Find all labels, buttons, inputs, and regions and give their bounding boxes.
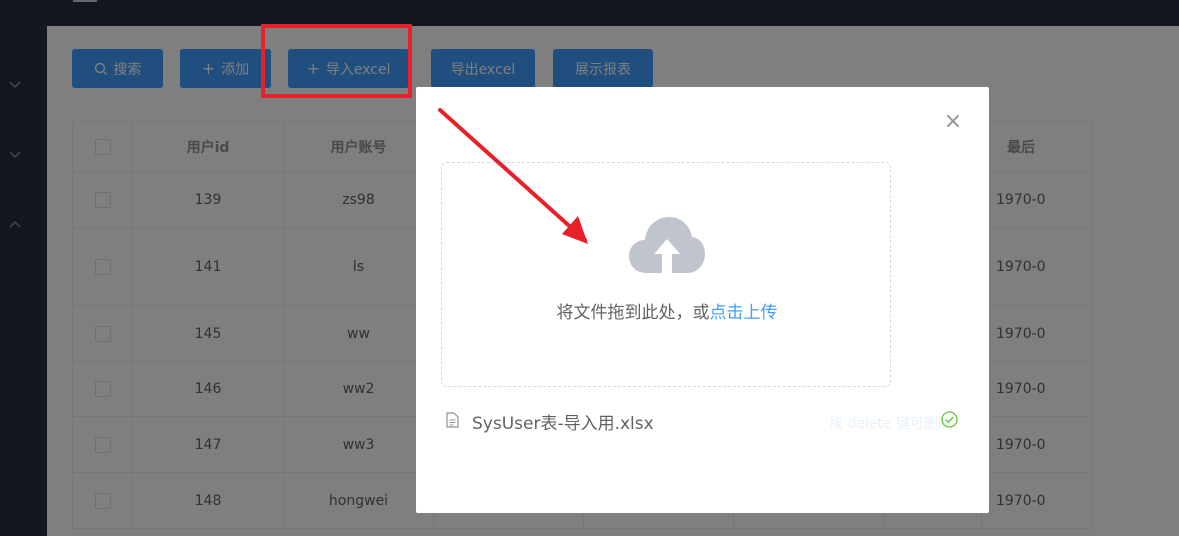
- drop-text: 将文件拖到此处，或: [556, 303, 710, 323]
- uploaded-file-item[interactable]: SysUser表-导入用.xlsx 按 delete 键可删除: [446, 409, 961, 434]
- delete-hint: 按 delete 键可删除: [829, 416, 953, 432]
- dropzone-instructions: 将文件拖到此处，或点击上传: [442, 298, 892, 323]
- click-upload-link[interactable]: 点击上传: [710, 303, 778, 323]
- success-check-icon: [941, 411, 958, 428]
- cloud-upload-icon: [629, 217, 705, 273]
- file-name: SysUser表-导入用.xlsx: [472, 414, 654, 434]
- annotation-arrow: [438, 108, 588, 244]
- annotation-highlight-box: [261, 24, 412, 98]
- document-icon: [446, 412, 459, 428]
- close-icon[interactable]: ×: [943, 111, 963, 133]
